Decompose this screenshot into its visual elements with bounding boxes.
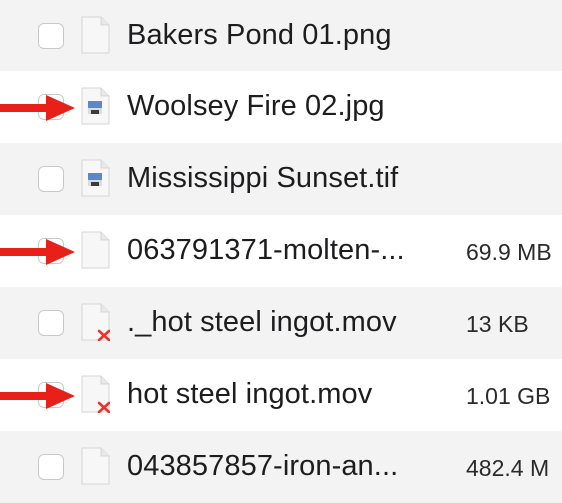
blank-document-icon <box>81 231 110 269</box>
file-size: 69.9 MB <box>466 239 552 265</box>
file-name: Mississippi Sunset.tif <box>127 162 399 194</box>
file-row[interactable]: Mississippi Sunset.tif <box>0 143 562 215</box>
select-checkbox[interactable] <box>38 454 64 480</box>
file-name: Woolsey Fire 02.jpg <box>127 90 385 122</box>
file-row[interactable]: 063791371-molten-... 69.9 MB <box>0 215 562 287</box>
file-row[interactable]: Bakers Pond 01.png <box>0 0 562 71</box>
file-name: hot steel ingot.mov <box>127 378 373 410</box>
file-row[interactable]: hot steel ingot.mov 1.01 GB <box>0 359 562 431</box>
select-checkbox[interactable] <box>38 166 64 192</box>
select-checkbox[interactable] <box>38 238 64 264</box>
file-name: Bakers Pond 01.png <box>127 19 392 51</box>
blank-document-icon <box>81 16 110 54</box>
select-checkbox[interactable] <box>38 23 64 49</box>
file-list: Bakers Pond 01.png Woolsey Fire 02.jpg M… <box>0 0 562 503</box>
select-checkbox[interactable] <box>38 94 64 120</box>
image-preview-icon <box>81 87 110 125</box>
file-row[interactable]: Woolsey Fire 02.jpg <box>0 71 562 143</box>
file-size: 1.01 GB <box>466 383 551 409</box>
image-preview-icon <box>81 159 110 197</box>
file-name: ._hot steel ingot.mov <box>127 306 397 338</box>
file-name: 063791371-molten-... <box>127 234 405 266</box>
blank-document-icon <box>81 447 110 485</box>
file-name: 043857857-iron-an... <box>127 450 399 482</box>
error-document-icon <box>81 375 110 413</box>
select-checkbox[interactable] <box>38 310 64 336</box>
error-document-icon <box>81 303 110 341</box>
file-row[interactable]: ._hot steel ingot.mov 13 KB <box>0 287 562 359</box>
select-checkbox[interactable] <box>38 382 64 408</box>
file-size: 13 KB <box>466 311 529 337</box>
file-row[interactable]: 043857857-iron-an... 482.4 M <box>0 431 562 503</box>
file-size: 482.4 M <box>466 455 550 481</box>
